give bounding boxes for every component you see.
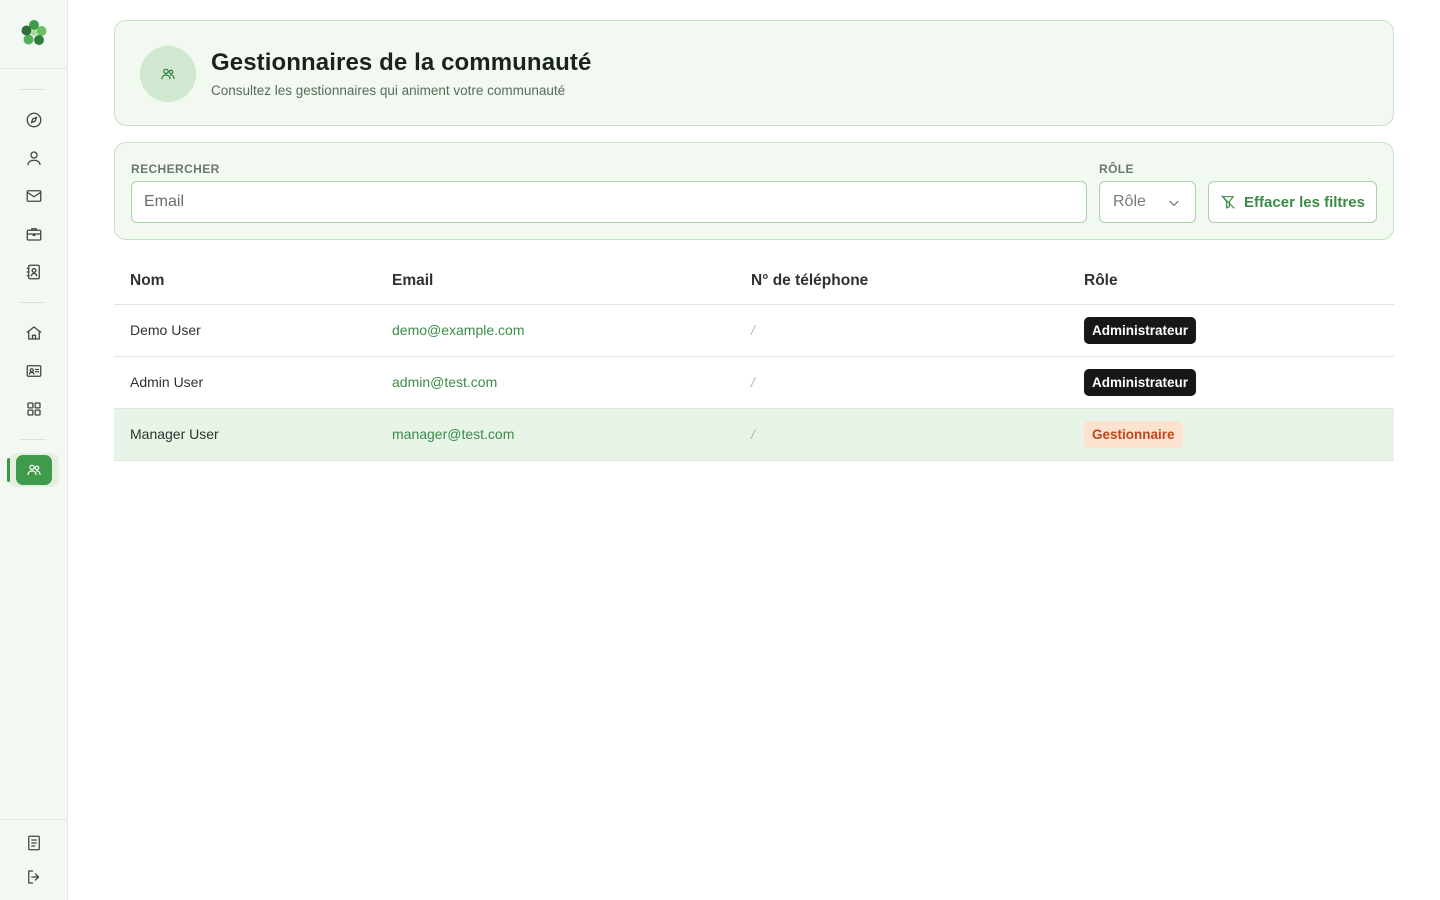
search-label: RECHERCHER xyxy=(131,162,220,176)
row-name: Demo User xyxy=(130,322,201,338)
sidebar-divider xyxy=(20,439,46,440)
page-header: Gestionnaires de la communauté Consultez… xyxy=(114,20,1394,126)
sidebar-divider xyxy=(0,68,68,69)
sidebar-divider xyxy=(0,819,68,820)
table-row[interactable]: Admin User admin@test.com / Administrate… xyxy=(114,357,1394,409)
community-managers-icon[interactable] xyxy=(16,455,52,485)
active-nav-indicator xyxy=(7,458,10,482)
role-badge: Administrateur xyxy=(1084,317,1197,344)
role-label: RÔLE xyxy=(1099,162,1134,176)
clear-filters-label: Effacer les filtres xyxy=(1244,193,1365,211)
role-select[interactable]: Rôle xyxy=(1099,181,1196,223)
row-email[interactable]: demo@example.com xyxy=(392,322,525,338)
column-header-name[interactable]: Nom xyxy=(130,272,164,290)
column-header-email[interactable]: Email xyxy=(392,272,433,290)
clear-filters-button[interactable]: Effacer les filtres xyxy=(1208,181,1377,223)
compass-icon[interactable] xyxy=(24,110,44,130)
column-header-phone[interactable]: N° de téléphone xyxy=(751,272,868,290)
row-phone: / xyxy=(751,322,755,338)
document-icon[interactable] xyxy=(24,833,44,853)
role-badge: Administrateur xyxy=(1084,369,1197,396)
sidebar-divider xyxy=(20,302,46,303)
mail-icon[interactable] xyxy=(24,186,44,206)
sidebar xyxy=(0,0,68,900)
row-name: Manager User xyxy=(130,426,219,442)
row-email[interactable]: manager@test.com xyxy=(392,426,514,442)
row-email[interactable]: admin@test.com xyxy=(392,374,497,390)
row-phone: / xyxy=(751,426,755,442)
managers-table: Nom Email N° de téléphone Rôle Demo User… xyxy=(114,256,1394,461)
row-phone: / xyxy=(751,374,755,390)
app-logo[interactable] xyxy=(19,18,49,48)
sidebar-divider xyxy=(20,89,46,90)
chevron-down-icon xyxy=(1169,200,1179,206)
table-row[interactable]: Demo User demo@example.com / Administrat… xyxy=(114,305,1394,357)
filter-bar: RECHERCHER RÔLE Rôle Effacer les filtres xyxy=(114,142,1394,240)
home-icon[interactable] xyxy=(24,323,44,343)
role-select-value: Rôle xyxy=(1113,193,1146,210)
table-row[interactable]: Manager User manager@test.com / Gestionn… xyxy=(114,409,1394,461)
logout-icon[interactable] xyxy=(24,867,44,887)
filter-off-icon xyxy=(1221,195,1235,209)
page-subtitle: Consultez les gestionnaires qui animent … xyxy=(211,83,566,98)
role-badge: Gestionnaire xyxy=(1084,421,1183,448)
grid-icon[interactable] xyxy=(24,399,44,419)
table-header: Nom Email N° de téléphone Rôle xyxy=(114,256,1394,305)
page-title: Gestionnaires de la communauté xyxy=(211,49,592,76)
id-card-icon[interactable] xyxy=(24,361,44,381)
column-header-role[interactable]: Rôle xyxy=(1084,272,1118,290)
user-icon[interactable] xyxy=(24,148,44,168)
community-managers-icon xyxy=(140,46,196,102)
briefcase-icon[interactable] xyxy=(24,224,44,244)
contact-book-icon[interactable] xyxy=(24,262,44,282)
row-name: Admin User xyxy=(130,374,204,390)
search-input[interactable] xyxy=(131,181,1087,223)
